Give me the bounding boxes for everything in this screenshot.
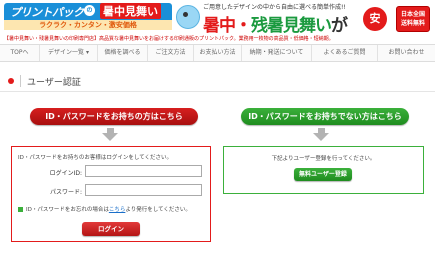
promo-title: 暑中・残暑見舞いが [203,11,348,36]
site-logo[interactable]: プリントパック の 暑中見舞い ラクラク・カンタン・激安価格 [4,3,172,30]
cheap-badge: 安い! [363,7,387,49]
password-label: パスワード: [49,189,82,196]
promo-title-a: 暑中・ [203,16,252,36]
main-nav: TOPへ デザイン一覧 ▾ 価格を調べる ご注文方法 お支払い方法 納期・発送に… [0,44,435,62]
logo-top: プリントパック の 暑中見舞い [4,3,172,20]
title-divider [20,75,21,87]
promo-title-c: が [331,16,348,36]
free-shipping-badge: 日本全国 送料無料 [396,6,430,32]
ship-badge-line1: 日本全国 [400,11,425,18]
promo-title-b: 残暑見舞い [251,16,332,36]
nav-item-price[interactable]: 価格を調べる [98,45,148,61]
logo-text: プリントパック [10,6,84,19]
forgot-note: ID・パスワードをお忘れの場合はこちらより発行をしてください。 [18,205,191,213]
nav-item-payment[interactable]: お支払い方法 [194,45,242,61]
nav-item-top[interactable]: TOPへ [0,45,40,61]
down-arrow-icon [102,133,118,141]
logo-badge: の [84,5,95,16]
login-box: ID・パスワードをお持ちのお客様はログインをしてください。 ログインID: パス… [11,146,211,242]
title-underline [0,91,435,92]
register-text: 下記よりユーザー登録を行ってください。 [271,156,376,162]
login-intro: ID・パスワードをお持ちのお客様はログインをしてください。 [18,155,173,161]
nav-item-designs[interactable]: デザイン一覧 ▾ [40,45,98,61]
forgot-link[interactable]: こちら [109,207,126,213]
password-input[interactable] [85,184,202,196]
note-prefix: ID・パスワードをお忘れの場合は [26,207,109,213]
title-bullet-icon [8,78,14,84]
header-banner: プリントパック の 暑中見舞い ラクラク・カンタン・激安価格 ご用意したデザイン… [0,0,435,49]
register-box: 下記よりユーザー登録を行ってください。 無料ユーザー登録 [223,146,424,194]
ship-badge-line2: 送料無料 [400,20,425,27]
login-heading: ID・パスワードをお持ちの方はこちら [30,108,198,125]
logo-tagline: ラクラク・カンタン・激安価格 [4,20,172,30]
page: プリントパック の 暑中見舞い ラクラク・カンタン・激安価格 ご用意したデザイン… [0,0,435,269]
login-button[interactable]: ログイン [82,222,140,236]
promo-line: ご用意したデザインの中から自由に選べる簡単作成!! [203,4,346,11]
register-heading: ID・パスワードをお持ちでない方はこちら [241,108,409,125]
login-id-input[interactable] [85,165,202,177]
down-arrow-icon [313,133,329,141]
mascot-icon [176,5,200,29]
login-id-label: ログインID: [49,170,82,177]
nav-item-faq[interactable]: よくあるご質問 [312,45,378,61]
register-button[interactable]: 無料ユーザー登録 [294,168,352,181]
info-line: 【暑中見舞い・残暑見舞いの印刷専門店】高品質な暑中見舞いをお届けする印刷通販のプ… [4,36,334,42]
nav-item-contact[interactable]: お問い合わせ [378,45,435,61]
nav-item-delivery[interactable]: 納期・発送について [242,45,312,61]
page-title-bar: ユーザー認証 [0,73,435,88]
note-suffix: より発行をしてください。 [125,207,191,213]
page-title: ユーザー認証 [27,78,81,88]
logo-highlight: 暑中見舞い [100,3,161,19]
note-bullet-icon [18,207,23,212]
nav-item-order[interactable]: ご注文方法 [148,45,194,61]
